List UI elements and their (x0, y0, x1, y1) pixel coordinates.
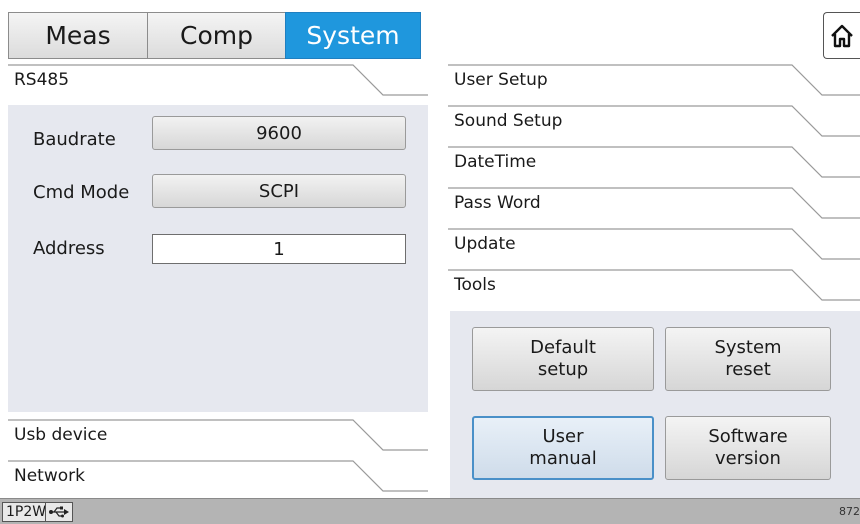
section-tools[interactable]: Tools (448, 269, 860, 310)
section-user-setup[interactable]: User Setup (448, 64, 860, 105)
usb-icon (49, 506, 69, 518)
section-divider (448, 269, 860, 301)
cmd-mode-button[interactable]: SCPI (152, 174, 406, 208)
default-setup-button[interactable]: Default setup (472, 327, 654, 391)
cmd-mode-label: Cmd Mode (33, 182, 130, 203)
section-network-label: Network (14, 466, 85, 486)
address-label: Address (33, 238, 105, 259)
address-input[interactable]: 1 (152, 234, 406, 264)
usb-status (45, 502, 73, 522)
rs485-panel: Baudrate 9600 Cmd Mode SCPI Address 1 (8, 105, 428, 412)
section-usb-device-label: Usb device (14, 425, 108, 445)
tab-meas[interactable]: Meas (8, 12, 148, 59)
section-tools-label: Tools (454, 275, 496, 295)
baudrate-button[interactable]: 9600 (152, 116, 406, 150)
status-bar: 1P2W 872 (0, 498, 860, 524)
section-datetime[interactable]: DateTime (448, 146, 860, 187)
section-divider (8, 64, 428, 96)
section-rs485[interactable]: RS485 (8, 64, 428, 105)
version-text: 872 (839, 505, 860, 518)
mode-badge: 1P2W (2, 502, 51, 522)
section-user-setup-label: User Setup (454, 70, 548, 90)
section-update[interactable]: Update (448, 228, 860, 269)
section-update-label: Update (454, 234, 516, 254)
section-datetime-label: DateTime (454, 152, 537, 172)
section-usb-device[interactable]: Usb device (8, 419, 428, 460)
tools-panel: Default setup System reset User manual S… (450, 311, 860, 498)
section-password[interactable]: Pass Word (448, 187, 860, 228)
section-rs485-label: RS485 (14, 70, 70, 90)
user-manual-button[interactable]: User manual (472, 416, 654, 480)
software-version-button[interactable]: Software version (665, 416, 831, 480)
home-button[interactable] (823, 12, 860, 59)
system-reset-button[interactable]: System reset (665, 327, 831, 391)
tab-comp[interactable]: Comp (147, 12, 286, 59)
tab-system[interactable]: System (285, 12, 421, 59)
baudrate-label: Baudrate (33, 129, 116, 150)
home-icon (831, 24, 853, 47)
section-sound-setup-label: Sound Setup (454, 111, 563, 131)
section-network[interactable]: Network (8, 460, 428, 498)
section-sound-setup[interactable]: Sound Setup (448, 105, 860, 146)
section-password-label: Pass Word (454, 193, 541, 213)
